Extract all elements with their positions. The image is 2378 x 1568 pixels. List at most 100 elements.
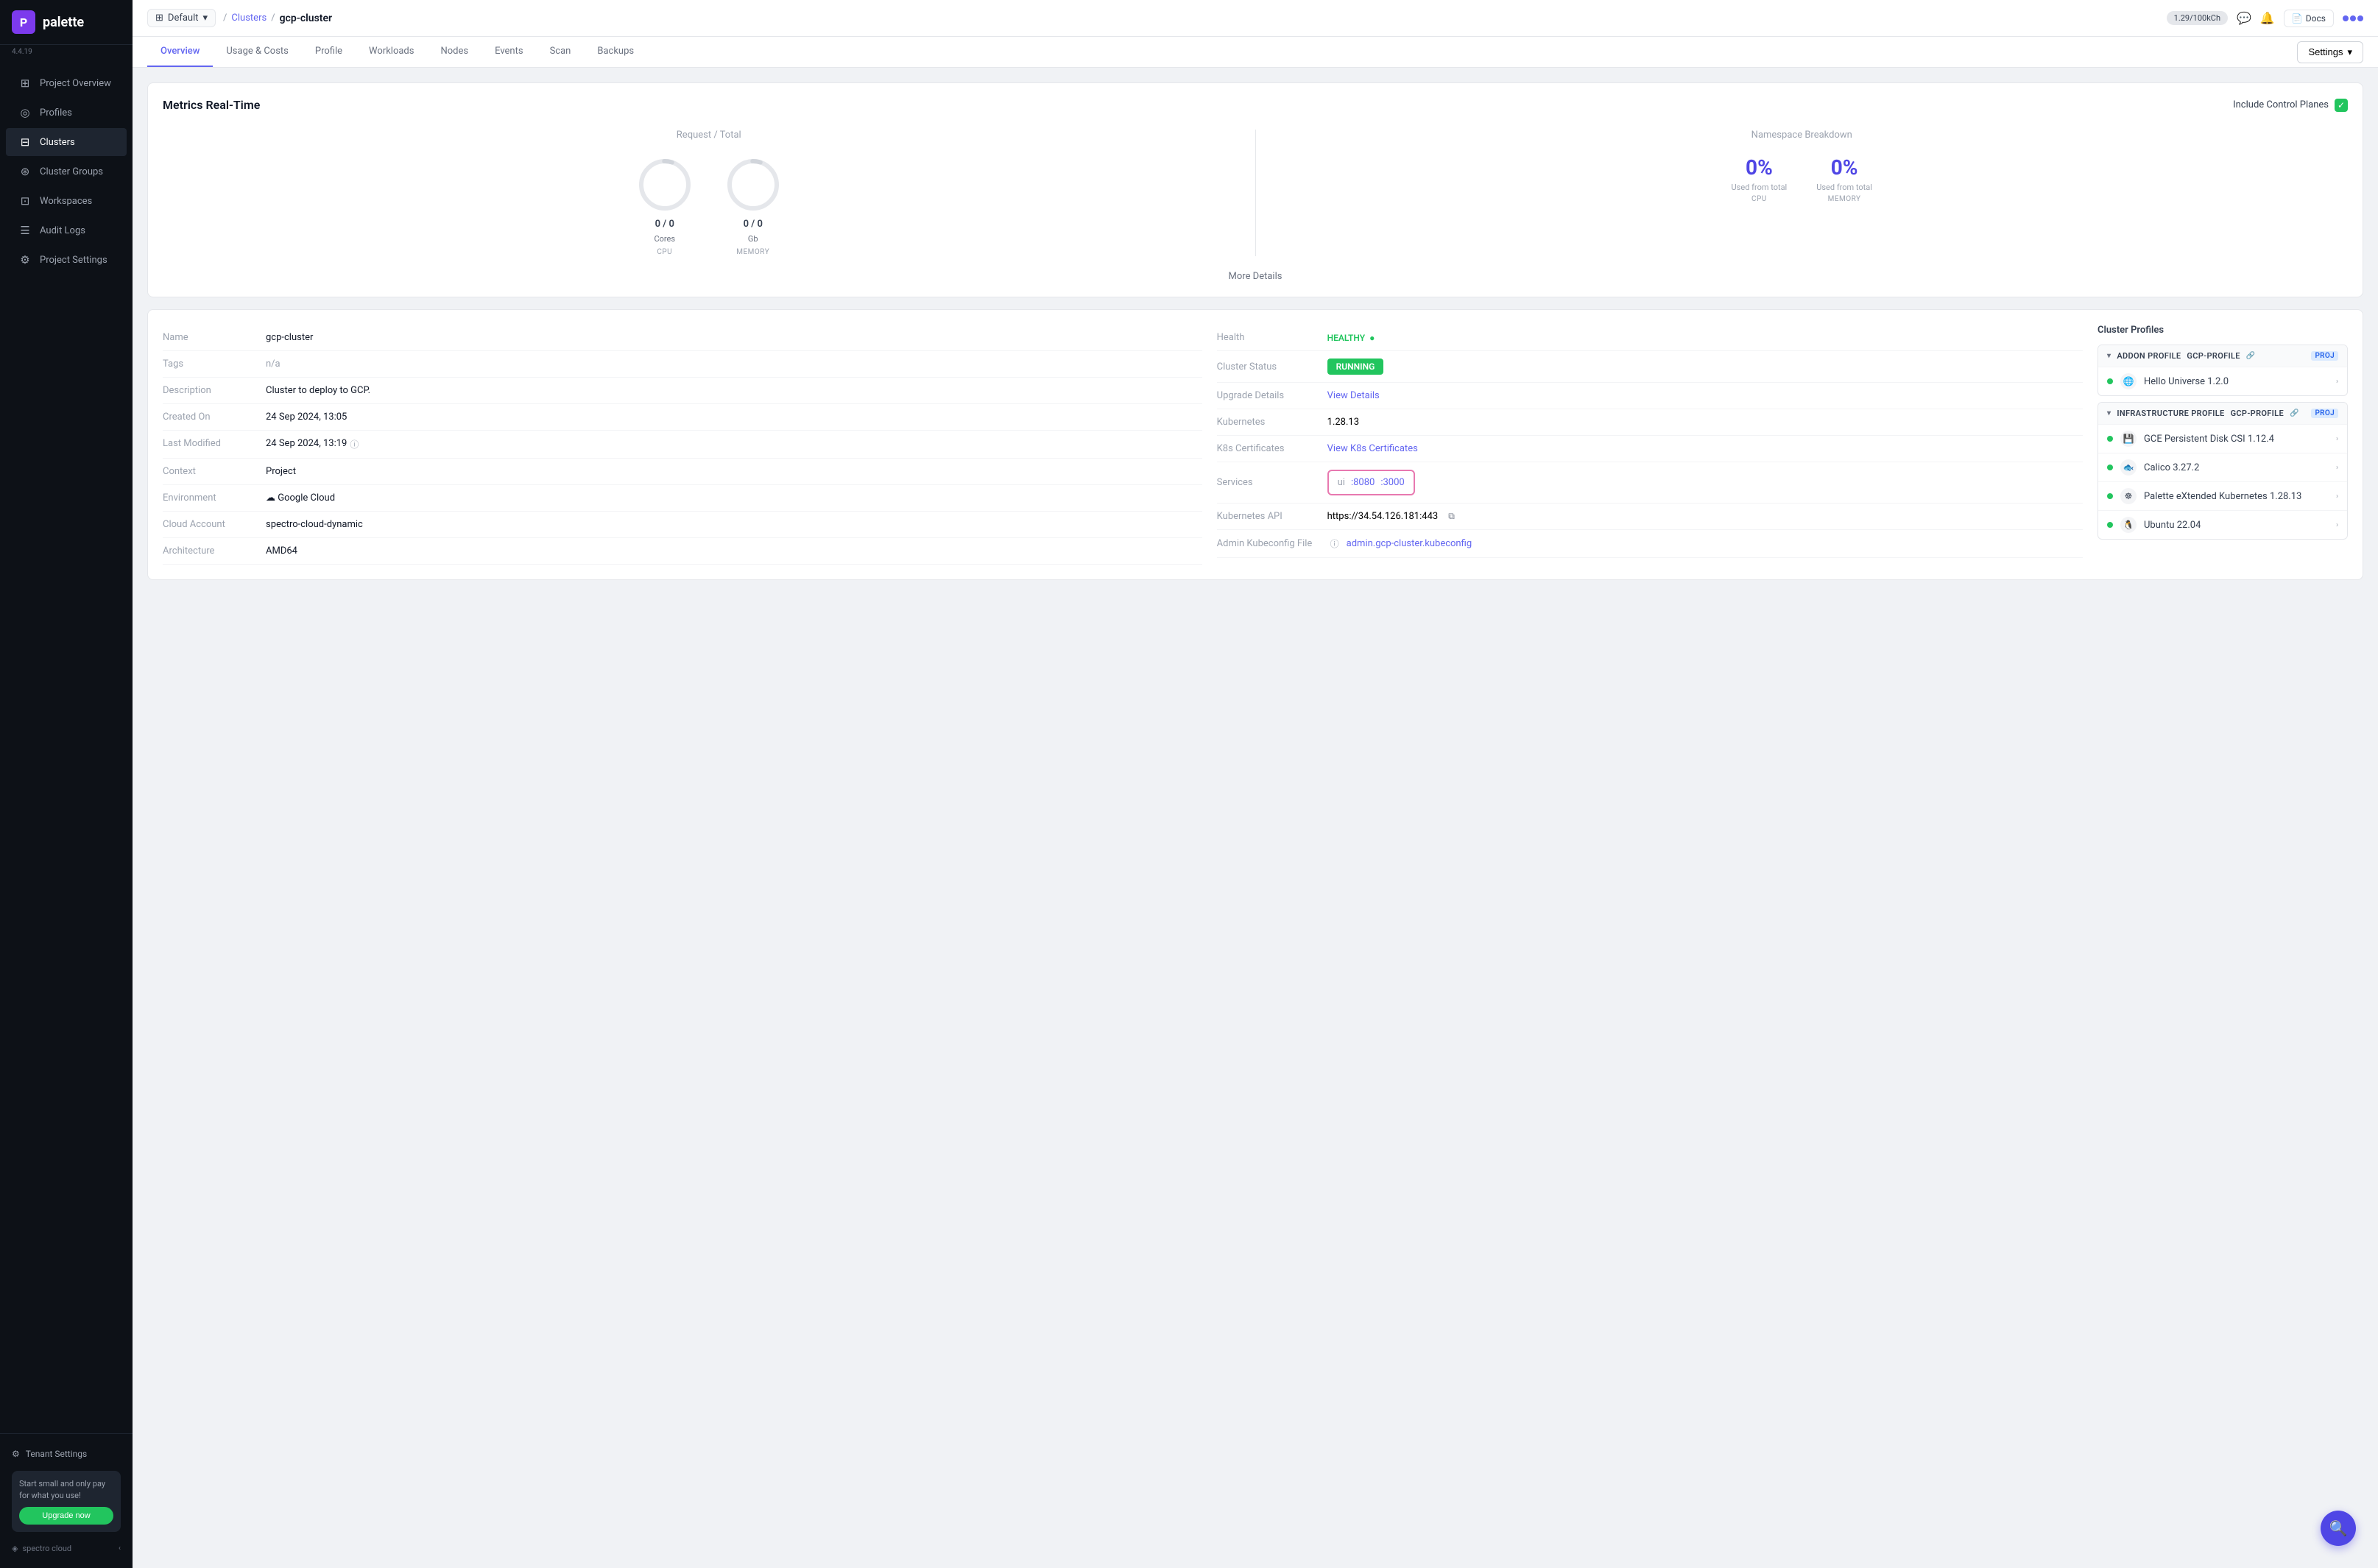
tab-overview[interactable]: Overview xyxy=(147,37,213,67)
breadcrumb-sep-1: / xyxy=(223,13,227,24)
profile-item-gce-disk[interactable]: 💾 GCE Persistent Disk CSI 1.12.4 › xyxy=(2098,424,2347,453)
sidebar-logo[interactable]: P palette xyxy=(0,0,133,45)
tab-events[interactable]: Events xyxy=(481,37,536,67)
workspace-selector[interactable]: ⊞ Default ▾ xyxy=(147,9,216,27)
health-label-health: Health xyxy=(1217,332,1320,343)
profile-status-dot xyxy=(2107,465,2113,470)
settings-button[interactable]: Settings ▾ xyxy=(2297,41,2363,63)
sidebar-item-cluster-groups[interactable]: ⊛ Cluster Groups xyxy=(6,158,127,186)
sidebar-item-clusters[interactable]: ⊟ Clusters xyxy=(6,128,127,156)
addon-profile-group-header[interactable]: ▾ ADDON PROFILE GCP-PROFILE 🔗 PROJ xyxy=(2098,345,2347,367)
sidebar-item-audit-logs[interactable]: ☰ Audit Logs xyxy=(6,216,127,244)
workspace-label: Default xyxy=(168,13,199,24)
tab-scan[interactable]: Scan xyxy=(537,37,585,67)
cluster-profiles-title: Cluster Profiles xyxy=(2097,325,2348,336)
sidebar-footer: ⚙ Tenant Settings Start small and only p… xyxy=(0,1433,133,1568)
user-avatar[interactable] xyxy=(2343,15,2363,21)
tenant-icon: ⚙ xyxy=(12,1449,20,1459)
sidebar-item-label-clusters: Clusters xyxy=(40,137,75,148)
breadcrumb-sep-2: / xyxy=(271,13,275,24)
sidebar-item-label-audit-logs: Audit Logs xyxy=(40,225,85,236)
health-row-health: Health HEALTHY ● xyxy=(1217,325,2083,351)
info-icon-kubeconfig[interactable]: ⓘ xyxy=(1330,537,1339,550)
health-label-kubernetes: Kubernetes xyxy=(1217,417,1320,428)
info-row-tags: Tags n/a xyxy=(163,351,1202,378)
main-content: ⊞ Default ▾ / Clusters / gcp-cluster 1.2… xyxy=(133,0,2378,1568)
docs-label: Docs xyxy=(2306,13,2326,24)
info-row-last-modified: Last Modified 24 Sep 2024, 13:19 ⓘ xyxy=(163,431,1202,459)
include-control-planes[interactable]: Include Control Planes ✓ xyxy=(2233,99,2348,112)
sidebar-item-label-cluster-groups: Cluster Groups xyxy=(40,166,103,177)
profile-item-hello-universe[interactable]: 🌐 Hello Universe 1.2.0 › xyxy=(2098,367,2347,395)
profile-item-label: Hello Universe 1.2.0 xyxy=(2144,376,2229,387)
book-icon: 📄 xyxy=(2292,13,2303,24)
ns-memory-stat: 0% Used from total MEMORY xyxy=(1816,155,1872,203)
view-details-link[interactable]: View Details xyxy=(1327,390,1380,401)
profile-item-label: Palette eXtended Kubernetes 1.28.13 xyxy=(2144,491,2301,502)
sidebar-item-project-settings[interactable]: ⚙ Project Settings xyxy=(6,246,127,274)
tab-profile[interactable]: Profile xyxy=(302,37,356,67)
upgrade-now-button[interactable]: Upgrade now xyxy=(19,1507,113,1525)
ns-memory-label: MEMORY xyxy=(1828,195,1861,203)
profile-status-dot xyxy=(2107,436,2113,442)
kubeconfig-link[interactable]: admin.gcp-cluster.kubeconfig xyxy=(1347,538,1472,549)
version-label: 4.4.19 xyxy=(0,45,133,62)
health-label-kubeconfig: Admin Kubeconfig File xyxy=(1217,538,1320,549)
tab-nodes[interactable]: Nodes xyxy=(427,37,481,67)
breadcrumb-current-cluster: gcp-cluster xyxy=(280,13,333,24)
info-value-environment: ☁ Google Cloud xyxy=(266,492,335,504)
profile-item-calico[interactable]: 🐟 Calico 3.27.2 › xyxy=(2098,453,2347,481)
sidebar-item-project-overview[interactable]: ⊞ Project Overview xyxy=(6,69,127,97)
health-status-badge: HEALTHY ● xyxy=(1327,333,1375,343)
search-fab-button[interactable]: 🔍 xyxy=(2321,1511,2356,1546)
bell-icon[interactable]: 🔔 xyxy=(2260,11,2275,25)
spectro-cloud-label: spectro cloud xyxy=(22,1544,71,1553)
copy-icon[interactable]: ⧉ xyxy=(1448,511,1455,522)
profile-item-ubuntu[interactable]: 🐧 Ubuntu 22.04 › xyxy=(2098,510,2347,539)
tab-workloads[interactable]: Workloads xyxy=(356,37,427,67)
sidebar-item-label-profiles: Profiles xyxy=(40,107,72,119)
addon-profile-name: GCP-PROFILE xyxy=(2187,351,2240,361)
profile-item-palette-k8s[interactable]: ☸ Palette eXtended Kubernetes 1.28.13 › xyxy=(2098,481,2347,510)
memory-label: MEMORY xyxy=(736,248,769,256)
upgrade-text: Start small and only pay for what you us… xyxy=(19,1478,113,1501)
memory-gauge-container: 0 / 0 Gb MEMORY xyxy=(724,155,783,256)
ns-cpu-label: CPU xyxy=(1751,195,1767,203)
kch-badge: 1.29/100kCh xyxy=(2167,11,2228,25)
cluster-profiles-panel: Cluster Profiles ▾ ADDON PROFILE GCP-PRO… xyxy=(2097,325,2348,565)
docs-button[interactable]: 📄 Docs xyxy=(2284,10,2334,27)
sidebar-item-workspaces[interactable]: ⊡ Workspaces xyxy=(6,187,127,215)
settings-label: Settings xyxy=(2308,46,2343,57)
cluster-groups-icon: ⊛ xyxy=(18,165,32,178)
spectro-cloud-footer[interactable]: ◈ spectro cloud ‹ xyxy=(12,1538,121,1559)
health-row-k8s-api: Kubernetes API https://34.54.126.181:443… xyxy=(1217,504,2083,530)
tenant-settings-item[interactable]: ⚙ Tenant Settings xyxy=(12,1443,121,1465)
info-label-created-on: Created On xyxy=(163,412,266,423)
tab-backups[interactable]: Backups xyxy=(584,37,647,67)
view-k8s-certs-link[interactable]: View K8s Certificates xyxy=(1327,443,1418,454)
more-details-link[interactable]: More Details xyxy=(163,271,2348,282)
cluster-info-panel: Name gcp-cluster Tags n/a Description Cl… xyxy=(163,325,1202,565)
ns-cpu-stat: 0% Used from total CPU xyxy=(1732,155,1788,203)
service-port1-link[interactable]: :8080 xyxy=(1351,477,1375,488)
tabs-bar: Overview Usage & Costs Profile Workloads… xyxy=(133,37,2378,68)
cluster-body: Name gcp-cluster Tags n/a Description Cl… xyxy=(163,325,2348,565)
include-cp-label: Include Control Planes xyxy=(2233,99,2329,110)
infra-profile-group-header[interactable]: ▾ INFRASTRUCTURE PROFILE GCP-PROFILE 🔗 P… xyxy=(2098,403,2347,424)
addon-profile-group: ▾ ADDON PROFILE GCP-PROFILE 🔗 PROJ 🌐 Hel… xyxy=(2097,345,2348,396)
include-cp-checkbox[interactable]: ✓ xyxy=(2335,99,2348,112)
service-port2-link[interactable]: :3000 xyxy=(1380,477,1404,488)
chevron-right-icon: › xyxy=(2336,464,2338,472)
chevron-down-icon: ▾ xyxy=(2347,46,2352,58)
info-icon-last-modified[interactable]: ⓘ xyxy=(350,438,359,451)
sidebar-item-profiles[interactable]: ◎ Profiles xyxy=(6,99,127,127)
chevron-down-icon: ▾ xyxy=(2107,352,2111,360)
info-label-context: Context xyxy=(163,466,266,477)
logo-text: palette xyxy=(43,15,84,30)
info-value-created-on: 24 Sep 2024, 13:05 xyxy=(266,412,347,423)
chat-icon[interactable]: 💬 xyxy=(2237,11,2251,25)
breadcrumb-clusters-link[interactable]: Clusters xyxy=(231,13,267,24)
green-dot-icon: ● xyxy=(1369,333,1375,343)
info-value-context: Project xyxy=(266,466,296,477)
tab-usage-costs[interactable]: Usage & Costs xyxy=(213,37,302,67)
